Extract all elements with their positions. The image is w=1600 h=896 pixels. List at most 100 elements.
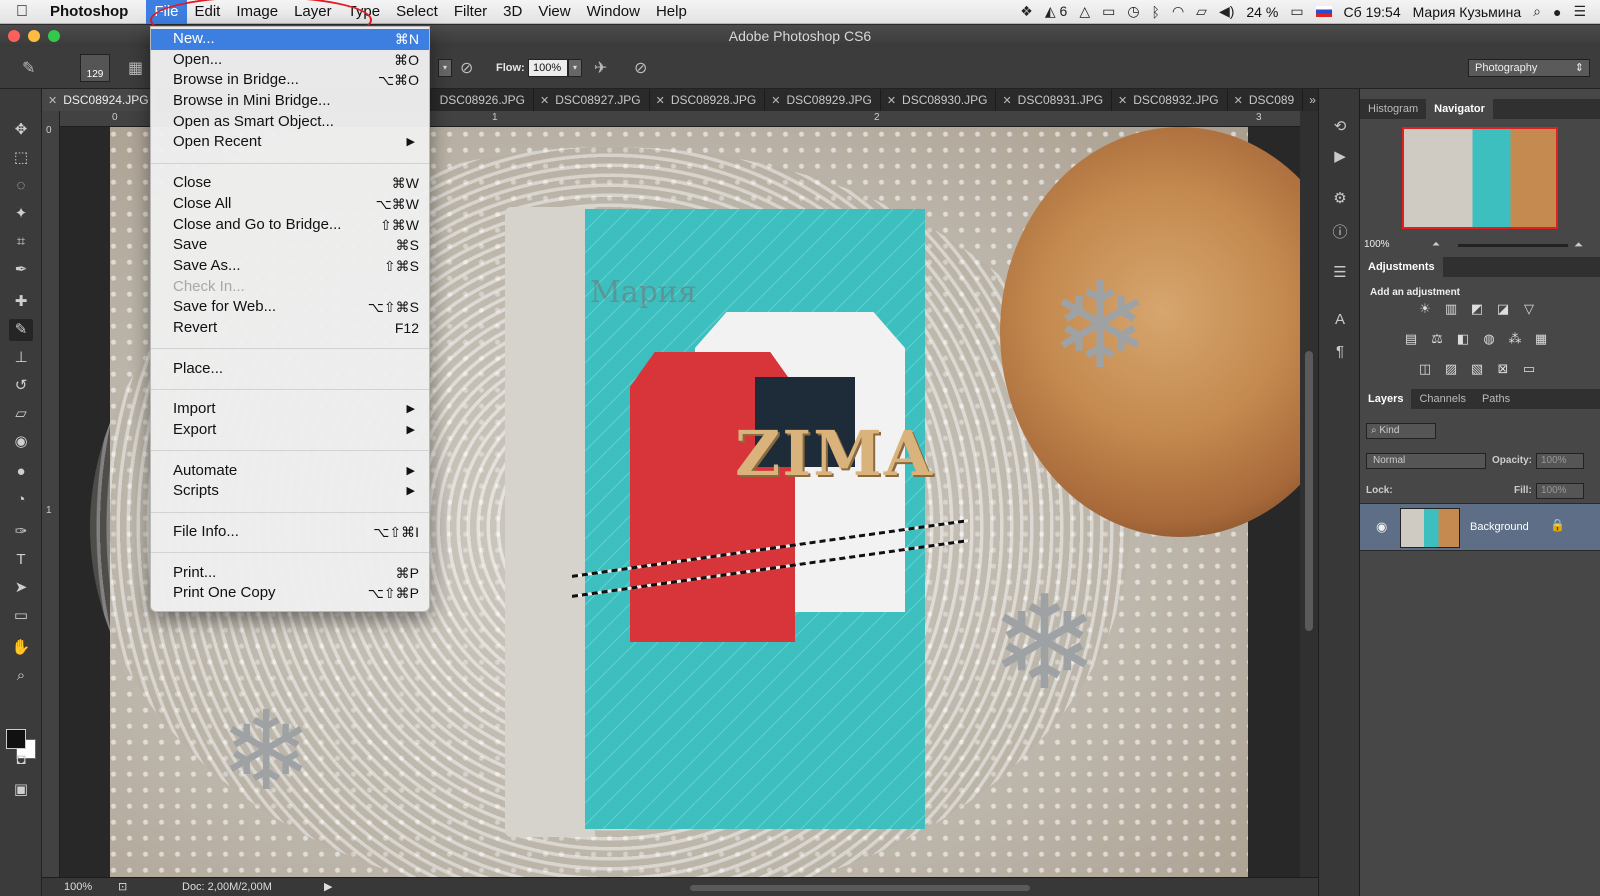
- vibrance-icon[interactable]: ▽: [1520, 301, 1538, 317]
- navigator-zoom[interactable]: 100%: [1364, 239, 1390, 250]
- file-menu-item-import[interactable]: Import ▶: [151, 399, 429, 420]
- type-tool-icon[interactable]: T: [9, 549, 33, 571]
- battery-percent[interactable]: 24 %: [1246, 4, 1278, 20]
- close-window-button[interactable]: [8, 30, 20, 42]
- brightness-icon[interactable]: ☀: [1416, 301, 1434, 317]
- minimize-window-button[interactable]: [28, 30, 40, 42]
- menu-3d[interactable]: 3D: [495, 0, 530, 24]
- file-menu-item-open[interactable]: Open... ⌘O: [151, 50, 429, 71]
- file-menu-item-file-info[interactable]: File Info... ⌥⇧⌘I: [151, 522, 429, 543]
- foreground-color-swatch[interactable]: [6, 729, 26, 749]
- file-menu-item-scripts[interactable]: Scripts ▶: [151, 481, 429, 502]
- blend-mode-select[interactable]: Normal: [1366, 453, 1486, 469]
- menu-edit[interactable]: Edit: [187, 0, 229, 24]
- file-menu-item-place[interactable]: Place...: [151, 359, 429, 380]
- close-tab-icon[interactable]: ✕: [48, 95, 57, 107]
- zoom-level[interactable]: 100%: [64, 881, 92, 893]
- gradient-map-icon[interactable]: ▭: [1520, 361, 1538, 377]
- brush-tool-icon[interactable]: ✎: [9, 319, 33, 341]
- zoom-out-icon[interactable]: ⏶: [1432, 239, 1440, 250]
- clone-stamp-tool-icon[interactable]: ⊥: [9, 347, 33, 369]
- tab-layers[interactable]: Layers: [1360, 389, 1412, 409]
- actions-panel-icon[interactable]: ▶: [1329, 147, 1351, 167]
- eraser-tool-icon[interactable]: ▱: [9, 403, 33, 425]
- zoom-tool-icon[interactable]: ⌕: [9, 665, 33, 687]
- healing-brush-tool-icon[interactable]: ✚: [9, 291, 33, 313]
- selective-color-icon[interactable]: ⊠: [1494, 361, 1512, 377]
- tab-document[interactable]: ✕ DSC08924.JPG: [42, 89, 158, 111]
- pressure-opacity-icon[interactable]: ⊘: [460, 58, 473, 78]
- close-tab-icon[interactable]: ✕: [656, 95, 665, 107]
- apple-icon[interactable]: : [0, 3, 44, 21]
- close-tab-icon[interactable]: ✕: [1002, 95, 1011, 107]
- menu-image[interactable]: Image: [228, 0, 286, 24]
- tab-paths[interactable]: Paths: [1474, 389, 1518, 409]
- close-tab-icon[interactable]: ✕: [1118, 95, 1127, 107]
- menu-type[interactable]: Type: [340, 0, 389, 24]
- dropbox-icon[interactable]: ❖: [1020, 3, 1033, 20]
- file-menu-item-revert[interactable]: Revert F12: [151, 318, 429, 339]
- vertical-scrollbar[interactable]: [1300, 111, 1318, 877]
- history-panel-icon[interactable]: ⟲: [1329, 117, 1351, 137]
- history-brush-tool-icon[interactable]: ↺: [9, 375, 33, 397]
- menu-window[interactable]: Window: [579, 0, 648, 24]
- tab-document[interactable]: ✕ DSC08930.JPG: [881, 89, 997, 111]
- fill-input[interactable]: 100%: [1536, 483, 1584, 499]
- user-name[interactable]: Мария Кузьмина: [1413, 4, 1522, 20]
- curves-icon[interactable]: ◩: [1468, 301, 1486, 317]
- siri-icon[interactable]: ●: [1553, 4, 1561, 20]
- workspace-switcher[interactable]: Photography ⇕: [1468, 59, 1590, 77]
- paragraph-panel-icon[interactable]: ¶: [1329, 343, 1351, 363]
- drive-icon[interactable]: △: [1079, 3, 1090, 20]
- close-tab-icon[interactable]: ✕: [1234, 95, 1243, 107]
- close-tab-icon[interactable]: ✕: [540, 95, 549, 107]
- status-menu-icon[interactable]: ⊡: [118, 880, 127, 893]
- flow-dropdown-arrow[interactable]: ▾: [568, 59, 582, 77]
- rectangle-tool-icon[interactable]: ▭: [9, 605, 33, 627]
- file-menu-item-print-one-copy[interactable]: Print One Copy ⌥⇧⌘P: [151, 583, 429, 604]
- close-tab-icon[interactable]: ✕: [887, 95, 896, 107]
- tab-document[interactable]: ✕ DSC08931.JPG: [996, 89, 1113, 111]
- scroll-thumb[interactable]: [1305, 351, 1313, 631]
- screen-mode-icon[interactable]: ▣: [9, 779, 33, 801]
- tab-histogram[interactable]: Histogram: [1360, 99, 1426, 119]
- posterize-icon[interactable]: ▨: [1442, 361, 1460, 377]
- black-white-icon[interactable]: ◧: [1454, 331, 1472, 347]
- file-menu-item-print[interactable]: Print... ⌘P: [151, 563, 429, 584]
- flow-input[interactable]: 100%: [528, 59, 568, 77]
- zoom-in-icon[interactable]: ⏶: [1574, 239, 1583, 252]
- display-icon[interactable]: ▭: [1102, 3, 1115, 20]
- menu-help[interactable]: Help: [648, 0, 695, 24]
- input-flag-icon[interactable]: [1315, 6, 1332, 17]
- clock[interactable]: Сб 19:54: [1344, 4, 1401, 20]
- status-arrow-icon[interactable]: ▶: [324, 880, 332, 893]
- crop-tool-icon[interactable]: ⌗: [9, 231, 33, 253]
- blur-tool-icon[interactable]: ●: [9, 461, 33, 483]
- close-tab-icon[interactable]: ✕: [771, 95, 780, 107]
- lasso-tool-icon[interactable]: ◌: [9, 175, 33, 197]
- bluetooth-icon[interactable]: ᛒ: [1152, 4, 1160, 20]
- file-menu-item-browse-in-bridge[interactable]: Browse in Bridge... ⌥⌘O: [151, 70, 429, 91]
- menu-select[interactable]: Select: [388, 0, 446, 24]
- file-menu-item-save[interactable]: Save ⌘S: [151, 235, 429, 256]
- marquee-tool-icon[interactable]: ⬚: [9, 147, 33, 169]
- tab-document[interactable]: ✕ DSC08932.JPG: [1112, 89, 1228, 111]
- tab-navigator[interactable]: Navigator: [1426, 99, 1493, 119]
- file-menu-item-new[interactable]: New... ⌘N: [151, 29, 429, 50]
- app-menu-photoshop[interactable]: Photoshop: [44, 3, 134, 20]
- time-machine-icon[interactable]: ◷: [1127, 3, 1139, 20]
- pressure-size-icon[interactable]: ⊘: [634, 58, 647, 78]
- notification-center-icon[interactable]: ☰: [1573, 3, 1586, 20]
- menu-file[interactable]: File: [146, 0, 187, 24]
- brush-panel-icon[interactable]: ▦: [128, 58, 143, 78]
- horizontal-scroll-thumb[interactable]: [690, 885, 1030, 891]
- navigator-preview[interactable]: [1402, 127, 1558, 229]
- file-menu-item-save-for-web[interactable]: Save for Web... ⌥⇧⌘S: [151, 297, 429, 318]
- color-balance-icon[interactable]: ⚖: [1428, 331, 1446, 347]
- airplay-icon[interactable]: ▱: [1196, 3, 1207, 20]
- menu-view[interactable]: View: [530, 0, 578, 24]
- photo-filter-icon[interactable]: ◍: [1480, 331, 1498, 347]
- adobe-status-icon[interactable]: ◭ 6: [1045, 3, 1067, 20]
- tab-adjustments[interactable]: Adjustments: [1360, 257, 1443, 277]
- layer-row-background[interactable]: ◉ Background 🔒: [1360, 503, 1600, 551]
